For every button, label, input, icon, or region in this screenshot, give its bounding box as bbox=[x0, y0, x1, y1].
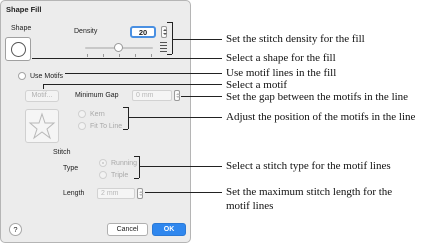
length-stepper-icon[interactable] bbox=[137, 188, 143, 199]
triple-radio[interactable] bbox=[99, 171, 107, 179]
help-button[interactable]: ? bbox=[9, 223, 22, 236]
running-radio[interactable] bbox=[99, 159, 107, 167]
callout-line-length bbox=[145, 192, 222, 193]
slider-tick bbox=[119, 54, 120, 57]
callout-bracket-density bbox=[167, 54, 172, 55]
callout-density: Set the stitch density for the fill bbox=[226, 33, 365, 45]
use-motifs-checkbox[interactable] bbox=[18, 72, 26, 80]
motif-button[interactable]: Motif... bbox=[25, 90, 59, 102]
slider-tick bbox=[87, 54, 88, 57]
gap-stepper-icon[interactable] bbox=[174, 90, 180, 101]
callout-bracket-density bbox=[172, 22, 173, 54]
density-label: Density bbox=[74, 28, 98, 35]
callout-stitch-type: Select a stitch type for the motif lines bbox=[226, 160, 391, 172]
callout-line-use-motifs bbox=[65, 73, 222, 74]
callout-shape: Select a shape for the fill bbox=[226, 52, 336, 64]
running-label: Running bbox=[111, 160, 138, 167]
minimum-gap-label: Minimum Gap bbox=[75, 92, 119, 99]
shape-label: Shape bbox=[11, 25, 32, 32]
motif-preview bbox=[25, 109, 59, 143]
length-label: Length bbox=[63, 190, 85, 197]
callout-use-motifs: Use motif lines in the fill bbox=[226, 67, 337, 79]
kern-label: Kern bbox=[90, 111, 105, 118]
callout-bracket-adjust bbox=[123, 129, 128, 130]
density-input[interactable]: 20 bbox=[130, 26, 156, 38]
callout-line-density bbox=[173, 39, 222, 40]
callout-line-gap bbox=[181, 96, 222, 97]
cancel-button[interactable]: Cancel bbox=[107, 223, 148, 236]
callout-line-type bbox=[140, 166, 222, 167]
ok-button[interactable]: OK bbox=[152, 223, 186, 236]
slider-tick bbox=[151, 54, 152, 57]
slider-tick bbox=[135, 54, 136, 57]
callout-length-line2: motif lines bbox=[226, 200, 274, 212]
callout-gap: Set the gap between the motifs in the li… bbox=[226, 91, 409, 103]
density-lines-icon bbox=[160, 42, 167, 54]
stitch-section-label: Stitch bbox=[53, 149, 71, 156]
fit-to-line-label: Fit To Line bbox=[90, 123, 123, 130]
use-motifs-label: Use Motifs bbox=[30, 73, 64, 80]
callout-motif: Select a motif bbox=[226, 79, 288, 91]
star-motif-icon bbox=[28, 112, 56, 140]
callout-bracket-type bbox=[134, 178, 139, 179]
dialog-title: Shape Fill bbox=[6, 5, 42, 14]
shape-fill-dialog: Shape Fill Shape Density 20 Use Motifs M… bbox=[0, 0, 191, 243]
callout-bracket-type bbox=[139, 156, 140, 178]
triple-label: Triple bbox=[111, 172, 129, 179]
callout-line-shape bbox=[32, 58, 222, 59]
length-input[interactable]: 2 mm bbox=[97, 188, 135, 199]
fit-to-line-radio[interactable] bbox=[78, 122, 86, 130]
callout-length-line1: Set the maximum stitch length for the bbox=[226, 186, 393, 198]
type-label: Type bbox=[63, 165, 79, 172]
callout-adjust: Adjust the position of the motifs in the… bbox=[226, 111, 416, 123]
density-slider-thumb[interactable] bbox=[114, 43, 123, 52]
callout-line-adjust bbox=[129, 117, 222, 118]
circle-shape-icon bbox=[11, 42, 26, 57]
kern-radio[interactable] bbox=[78, 110, 86, 118]
callout-bracket-adjust bbox=[128, 107, 129, 129]
density-stepper-icon[interactable] bbox=[161, 26, 167, 38]
shape-select-button[interactable] bbox=[5, 37, 31, 61]
minimum-gap-input[interactable]: 0 mm bbox=[132, 90, 172, 101]
callout-line-motif bbox=[43, 84, 222, 85]
slider-tick bbox=[103, 54, 104, 57]
